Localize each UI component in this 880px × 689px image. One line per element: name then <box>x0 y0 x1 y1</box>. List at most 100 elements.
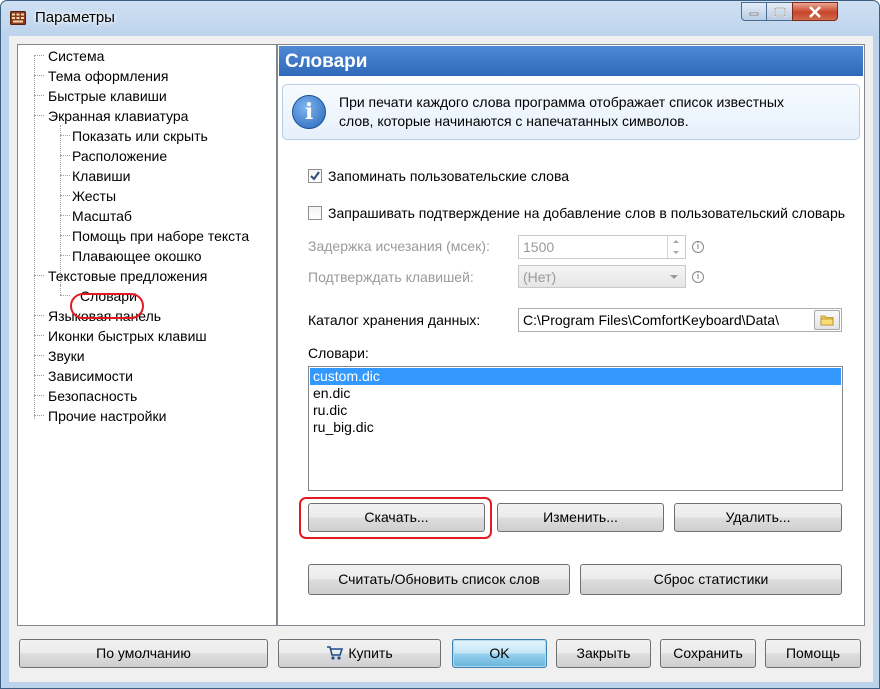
tree-item-sounds[interactable]: Звуки <box>48 347 85 365</box>
tree-tick <box>34 335 44 336</box>
tree-tick <box>34 115 44 116</box>
close-icon <box>809 5 821 18</box>
checkmark-icon <box>310 171 320 181</box>
tree-connector <box>60 285 61 295</box>
tree-tick <box>34 395 44 396</box>
remember-words-label[interactable]: Запоминать пользовательские слова <box>328 168 569 184</box>
buy-label: Купить <box>348 645 393 661</box>
delay-spinbox[interactable]: 1500 <box>518 235 686 259</box>
minimize-button[interactable] <box>741 2 767 21</box>
list-item-custom-dic[interactable]: custom.dic <box>310 368 841 385</box>
dictionaries-listbox[interactable]: custom.dic en.dic ru.dic ru_big.dic <box>308 366 843 491</box>
tree-item-floating-window[interactable]: Плавающее окошко <box>72 247 202 265</box>
help-button[interactable]: Помощь <box>765 639 861 668</box>
tree-tick <box>34 275 44 276</box>
tree-item-position[interactable]: Расположение <box>72 147 167 165</box>
tree-item-typing-help[interactable]: Помощь при наборе текста <box>72 227 249 245</box>
confirm-add-words-checkbox[interactable] <box>308 206 322 220</box>
tree-connector <box>34 55 35 419</box>
delete-button[interactable]: Удалить... <box>674 503 842 532</box>
spin-down-icon[interactable] <box>668 247 684 258</box>
tree-tick <box>60 215 70 216</box>
info-line-1: При печати каждого слова программа отобр… <box>339 94 784 110</box>
confirm-key-dropdown[interactable]: (Нет) <box>518 265 686 288</box>
info-text: При печати каждого слова программа отобр… <box>339 93 849 131</box>
delay-label: Задержка исчезания (мсек): <box>308 238 490 254</box>
chevron-down-icon <box>670 275 678 279</box>
settings-tree[interactable]: Система Тема оформления Быстрые клавиши … <box>17 44 277 626</box>
tree-tick <box>60 135 70 136</box>
dictionaries-panel: Словари i При печати каждого слова прогр… <box>277 44 865 626</box>
tree-item-other-settings[interactable]: Прочие настройки <box>48 407 166 425</box>
dictionaries-label: Словари: <box>308 345 369 361</box>
delay-spin-buttons[interactable] <box>667 236 685 258</box>
tree-tick <box>34 55 44 56</box>
tree-item-show-hide[interactable]: Показать или скрыть <box>72 127 208 145</box>
tree-item-dependencies[interactable]: Зависимости <box>48 367 133 385</box>
cart-icon <box>327 646 344 660</box>
edit-button[interactable]: Изменить... <box>497 503 664 532</box>
remember-words-checkbox[interactable] <box>308 169 322 183</box>
browse-folder-button[interactable] <box>814 310 840 330</box>
tree-item-keys[interactable]: Клавиши <box>72 167 130 185</box>
download-button[interactable]: Скачать... <box>308 503 485 532</box>
defaults-button[interactable]: По умолчанию <box>19 639 268 668</box>
tree-tick <box>60 295 70 296</box>
dialog-client-area: Система Тема оформления Быстрые клавиши … <box>9 36 873 682</box>
info-icon: i <box>292 95 326 129</box>
tree-item-hotkey-icons[interactable]: Иконки быстрых клавиш <box>48 327 207 345</box>
tree-tick <box>34 95 44 96</box>
maximize-icon <box>773 6 786 17</box>
keyboard-app-icon <box>10 11 26 25</box>
catalog-path-value: C:\Program Files\ComfortKeyboard\Data\ <box>523 312 779 328</box>
minimize-icon <box>749 12 759 15</box>
catalog-path-field[interactable]: C:\Program Files\ComfortKeyboard\Data\ <box>518 308 842 332</box>
tree-item-onscreen-keyboard[interactable]: Экранная клавиатура <box>48 107 188 125</box>
tree-tick <box>60 195 70 196</box>
tree-tick <box>60 175 70 176</box>
refresh-wordlist-button[interactable]: Считать/Обновить список слов <box>308 564 570 595</box>
tree-item-system[interactable]: Система <box>48 47 104 65</box>
list-item-en-dic[interactable]: en.dic <box>310 385 841 402</box>
title-bar[interactable]: Параметры <box>1 1 879 37</box>
close-button[interactable]: Закрыть <box>556 639 651 668</box>
tree-item-security[interactable]: Безопасность <box>48 387 137 405</box>
delay-value: 1500 <box>523 239 555 255</box>
confirm-key-value: (Нет) <box>523 269 557 285</box>
tree-tick <box>60 155 70 156</box>
selected-item-highlight-ring <box>70 293 144 319</box>
buy-button[interactable]: Купить <box>278 639 441 668</box>
list-item-ru-dic[interactable]: ru.dic <box>310 402 841 419</box>
list-item-ru-big-dic[interactable]: ru_big.dic <box>310 419 841 436</box>
confirm-key-label: Подтверждать клавишей: <box>308 269 474 285</box>
save-button[interactable]: Сохранить <box>660 639 756 668</box>
reset-statistics-button[interactable]: Сброс статистики <box>580 564 842 595</box>
confirm-add-words-label[interactable]: Запрашивать подтверждение на добавление … <box>328 205 845 221</box>
delay-help-icon[interactable]: i <box>692 241 704 253</box>
tree-item-text-suggestions[interactable]: Текстовые предложения <box>48 267 207 285</box>
tree-item-theme[interactable]: Тема оформления <box>48 67 168 85</box>
tree-tick <box>34 415 44 416</box>
tree-item-hotkeys[interactable]: Быстрые клавиши <box>48 87 167 105</box>
confirm-key-help-icon[interactable]: i <box>692 271 704 283</box>
tree-tick <box>34 355 44 356</box>
tree-tick <box>60 235 70 236</box>
panel-title: Словари <box>285 51 368 72</box>
folder-icon <box>820 315 834 326</box>
tree-tick <box>34 315 44 316</box>
tree-item-scale[interactable]: Масштаб <box>72 207 132 225</box>
tree-tick <box>34 375 44 376</box>
tree-item-gestures[interactable]: Жесты <box>72 187 116 205</box>
ok-button[interactable]: OK <box>452 639 547 668</box>
tree-tick <box>60 255 70 256</box>
maximize-button[interactable] <box>766 2 793 21</box>
close-window-button[interactable] <box>792 2 838 21</box>
info-box: i При печати каждого слова программа ото… <box>282 84 860 140</box>
info-line-2: слов, которые начинаются с напечатанных … <box>339 113 689 129</box>
spin-up-icon[interactable] <box>668 236 684 247</box>
catalog-label: Каталог хранения данных: <box>308 312 481 328</box>
settings-window: Параметры Система Тема оформления Быстры… <box>0 0 880 689</box>
window-title: Параметры <box>35 9 115 26</box>
tree-tick <box>34 75 44 76</box>
panel-header: Словари <box>279 46 863 76</box>
